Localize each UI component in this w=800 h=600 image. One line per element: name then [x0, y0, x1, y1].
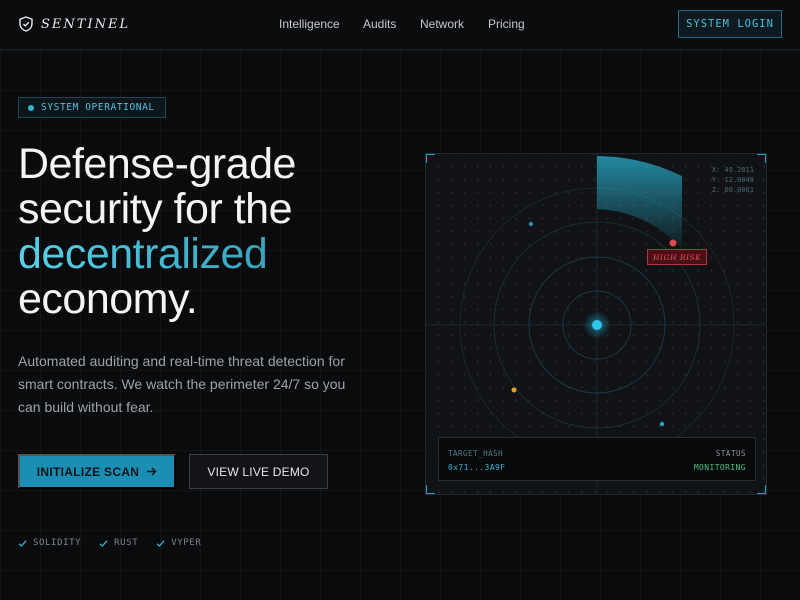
radar-sweep: [597, 154, 682, 249]
language-label: RUST: [114, 538, 139, 548]
nav-link-audits[interactable]: Audits: [363, 17, 396, 31]
corner-bracket: [757, 485, 766, 494]
status-label: STATUS: [715, 449, 746, 458]
nav-link-network[interactable]: Network: [420, 17, 464, 31]
radar-panel: X: 49.2011 Y: 12.0049 Z: 00.0001 HIGH RI…: [425, 153, 767, 495]
status-badge-label: SYSTEM OPERATIONAL: [41, 102, 155, 113]
target-info-box: TARGET_HASH 0x71...3A9F STATUS MONITORIN…: [438, 437, 756, 481]
hero-subtext: Automated auditing and real-time threat …: [18, 353, 346, 415]
blip-teal-icon[interactable]: [659, 421, 665, 427]
language-item-vyper: VYPER: [156, 538, 201, 548]
blip-yellow-icon[interactable]: [511, 387, 517, 393]
nav-link-pricing[interactable]: Pricing: [488, 17, 525, 31]
brand-logo[interactable]: SENTINEL: [19, 16, 130, 32]
coord-y: Y: 12.0049: [711, 176, 754, 184]
initialize-scan-label: INITIALIZE SCAN: [36, 464, 140, 479]
corner-bracket: [426, 485, 435, 494]
headline-line-4: economy.: [18, 275, 198, 323]
supported-languages: SOLIDITY RUST VYPER: [18, 538, 201, 548]
initialize-scan-button[interactable]: INITIALIZE SCAN: [18, 454, 176, 489]
coord-x: X: 49.2011: [711, 166, 754, 174]
coord-z: Z: 00.0001: [711, 186, 754, 194]
check-icon: [156, 539, 165, 547]
blip-blue-icon[interactable]: [528, 221, 534, 227]
center-node-icon: [592, 320, 602, 330]
blip-high-risk-icon[interactable]: [669, 239, 677, 247]
view-live-demo-button[interactable]: VIEW LIVE DEMO: [189, 454, 328, 489]
headline-line-2: security for the: [18, 185, 293, 233]
coordinate-readout: X: 49.2011 Y: 12.0049 Z: 00.0001: [712, 165, 754, 195]
status-badge: SYSTEM OPERATIONAL: [18, 97, 166, 118]
language-label: SOLIDITY: [33, 538, 82, 548]
corner-bracket: [426, 154, 435, 163]
system-login-button[interactable]: SYSTEM LOGIN: [678, 10, 782, 38]
headline-line-1: Defense-grade: [18, 140, 296, 188]
brand-name: SENTINEL: [41, 16, 131, 32]
target-hash-label: TARGET_HASH: [448, 449, 504, 458]
high-risk-tag: HIGH RISK: [647, 249, 708, 265]
shield-icon: [19, 16, 33, 32]
language-item-solidity: SOLIDITY: [18, 538, 81, 548]
corner-bracket: [757, 154, 766, 163]
check-icon: [18, 539, 27, 547]
language-label: VYPER: [171, 538, 202, 548]
nav-link-intelligence[interactable]: Intelligence: [279, 17, 340, 31]
check-icon: [99, 539, 108, 547]
status-value: MONITORING: [693, 463, 746, 472]
target-hash-value: 0x71...3A9F: [448, 463, 506, 472]
hero-headline: Defense-grade security for the decentral…: [18, 142, 398, 322]
headline-accent: decentralized: [18, 232, 398, 277]
arrow-right-icon: [147, 467, 157, 476]
top-nav: SENTINEL Intelligence Audits Network Pri…: [0, 0, 800, 50]
language-item-rust: RUST: [99, 538, 138, 548]
status-dot-icon: [28, 104, 34, 111]
